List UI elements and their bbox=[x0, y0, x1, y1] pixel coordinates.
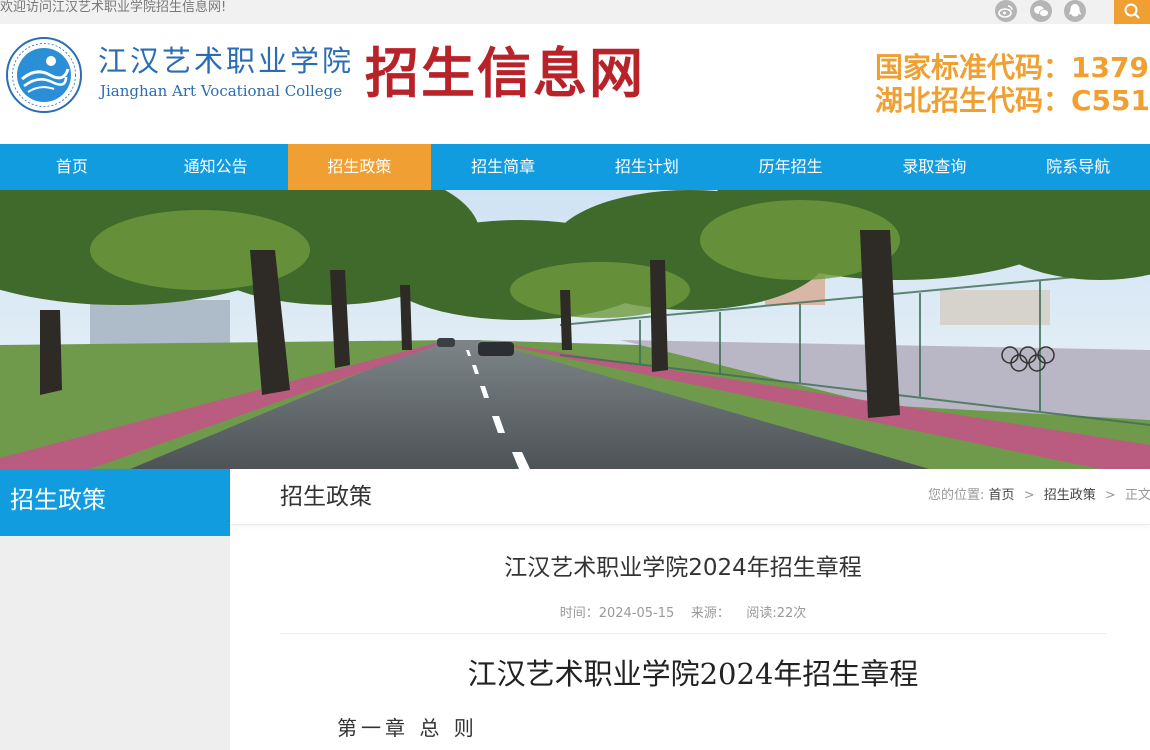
breadcrumb: 您的位置: 首页 > 招生政策 > 正文 bbox=[928, 486, 1150, 506]
chapter-heading: 第一章 总 则 bbox=[337, 716, 478, 740]
weibo-icon[interactable] bbox=[995, 0, 1017, 22]
breadcrumb-section[interactable]: 招生政策 bbox=[1044, 488, 1096, 503]
sidebar-title: 招生政策 bbox=[0, 469, 230, 536]
top-bar: 欢迎访问江汉艺术职业学院招生信息网! bbox=[0, 0, 1150, 24]
breadcrumb-home[interactable]: 首页 bbox=[989, 488, 1015, 503]
divider bbox=[280, 633, 1106, 634]
site-title: 招生信息网 bbox=[365, 41, 645, 105]
breadcrumb-current: 正文 bbox=[1124, 488, 1150, 503]
nav-item-notices[interactable]: 通知公告 bbox=[144, 144, 288, 190]
welcome-text: 欢迎访问江汉艺术职业学院招生信息网! bbox=[0, 0, 227, 15]
search-button[interactable] bbox=[1114, 0, 1150, 24]
breadcrumb-separator: > bbox=[1104, 488, 1116, 503]
nav-item-plan[interactable]: 招生计划 bbox=[575, 144, 719, 190]
breadcrumb-prefix: 您的位置: bbox=[928, 488, 985, 503]
qq-icon[interactable] bbox=[1064, 0, 1086, 22]
section-header: 招生政策 您的位置: 首页 > 招生政策 > 正文 bbox=[230, 469, 1150, 525]
college-name-en: Jianghan Art Vocational College bbox=[100, 82, 343, 100]
banner-image bbox=[0, 190, 1150, 469]
nav-item-departments[interactable]: 院系导航 bbox=[1006, 144, 1150, 190]
article-heading: 江汉艺术职业学院2024年招生章程 bbox=[467, 657, 919, 691]
national-code: 国家标准代码：13793 bbox=[875, 51, 1150, 84]
breadcrumb-separator: > bbox=[1023, 488, 1035, 503]
main-nav: 首页 通知公告 招生政策 招生简章 招生计划 历年招生 录取查询 院系导航 bbox=[0, 144, 1150, 190]
header: 江汉艺术职业学院 Jianghan Art Vocational College… bbox=[0, 24, 1150, 144]
wechat-icon[interactable] bbox=[1030, 0, 1052, 22]
nav-item-brochure[interactable]: 招生简章 bbox=[431, 144, 575, 190]
hubei-code: 湖北招生代码：C551 bbox=[875, 84, 1150, 117]
nav-item-policy[interactable]: 招生政策 bbox=[287, 144, 432, 190]
nav-item-history[interactable]: 历年招生 bbox=[719, 144, 863, 190]
nav-item-admission-query[interactable]: 录取查询 bbox=[863, 144, 1007, 190]
main-content: 招生政策 您的位置: 首页 > 招生政策 > 正文 江汉艺术职业学院2024年招… bbox=[230, 469, 1150, 750]
article-meta: 时间：2024-05-15 来源： 阅读:22次 bbox=[559, 606, 807, 621]
college-name-cn: 江汉艺术职业学院 bbox=[98, 44, 355, 78]
article-title: 江汉艺术职业学院2024年招生章程 bbox=[504, 555, 862, 581]
college-logo-emblem[interactable] bbox=[6, 37, 82, 113]
section-title: 招生政策 bbox=[280, 484, 372, 510]
search-icon bbox=[1124, 3, 1140, 19]
nav-item-home[interactable]: 首页 bbox=[0, 144, 144, 190]
